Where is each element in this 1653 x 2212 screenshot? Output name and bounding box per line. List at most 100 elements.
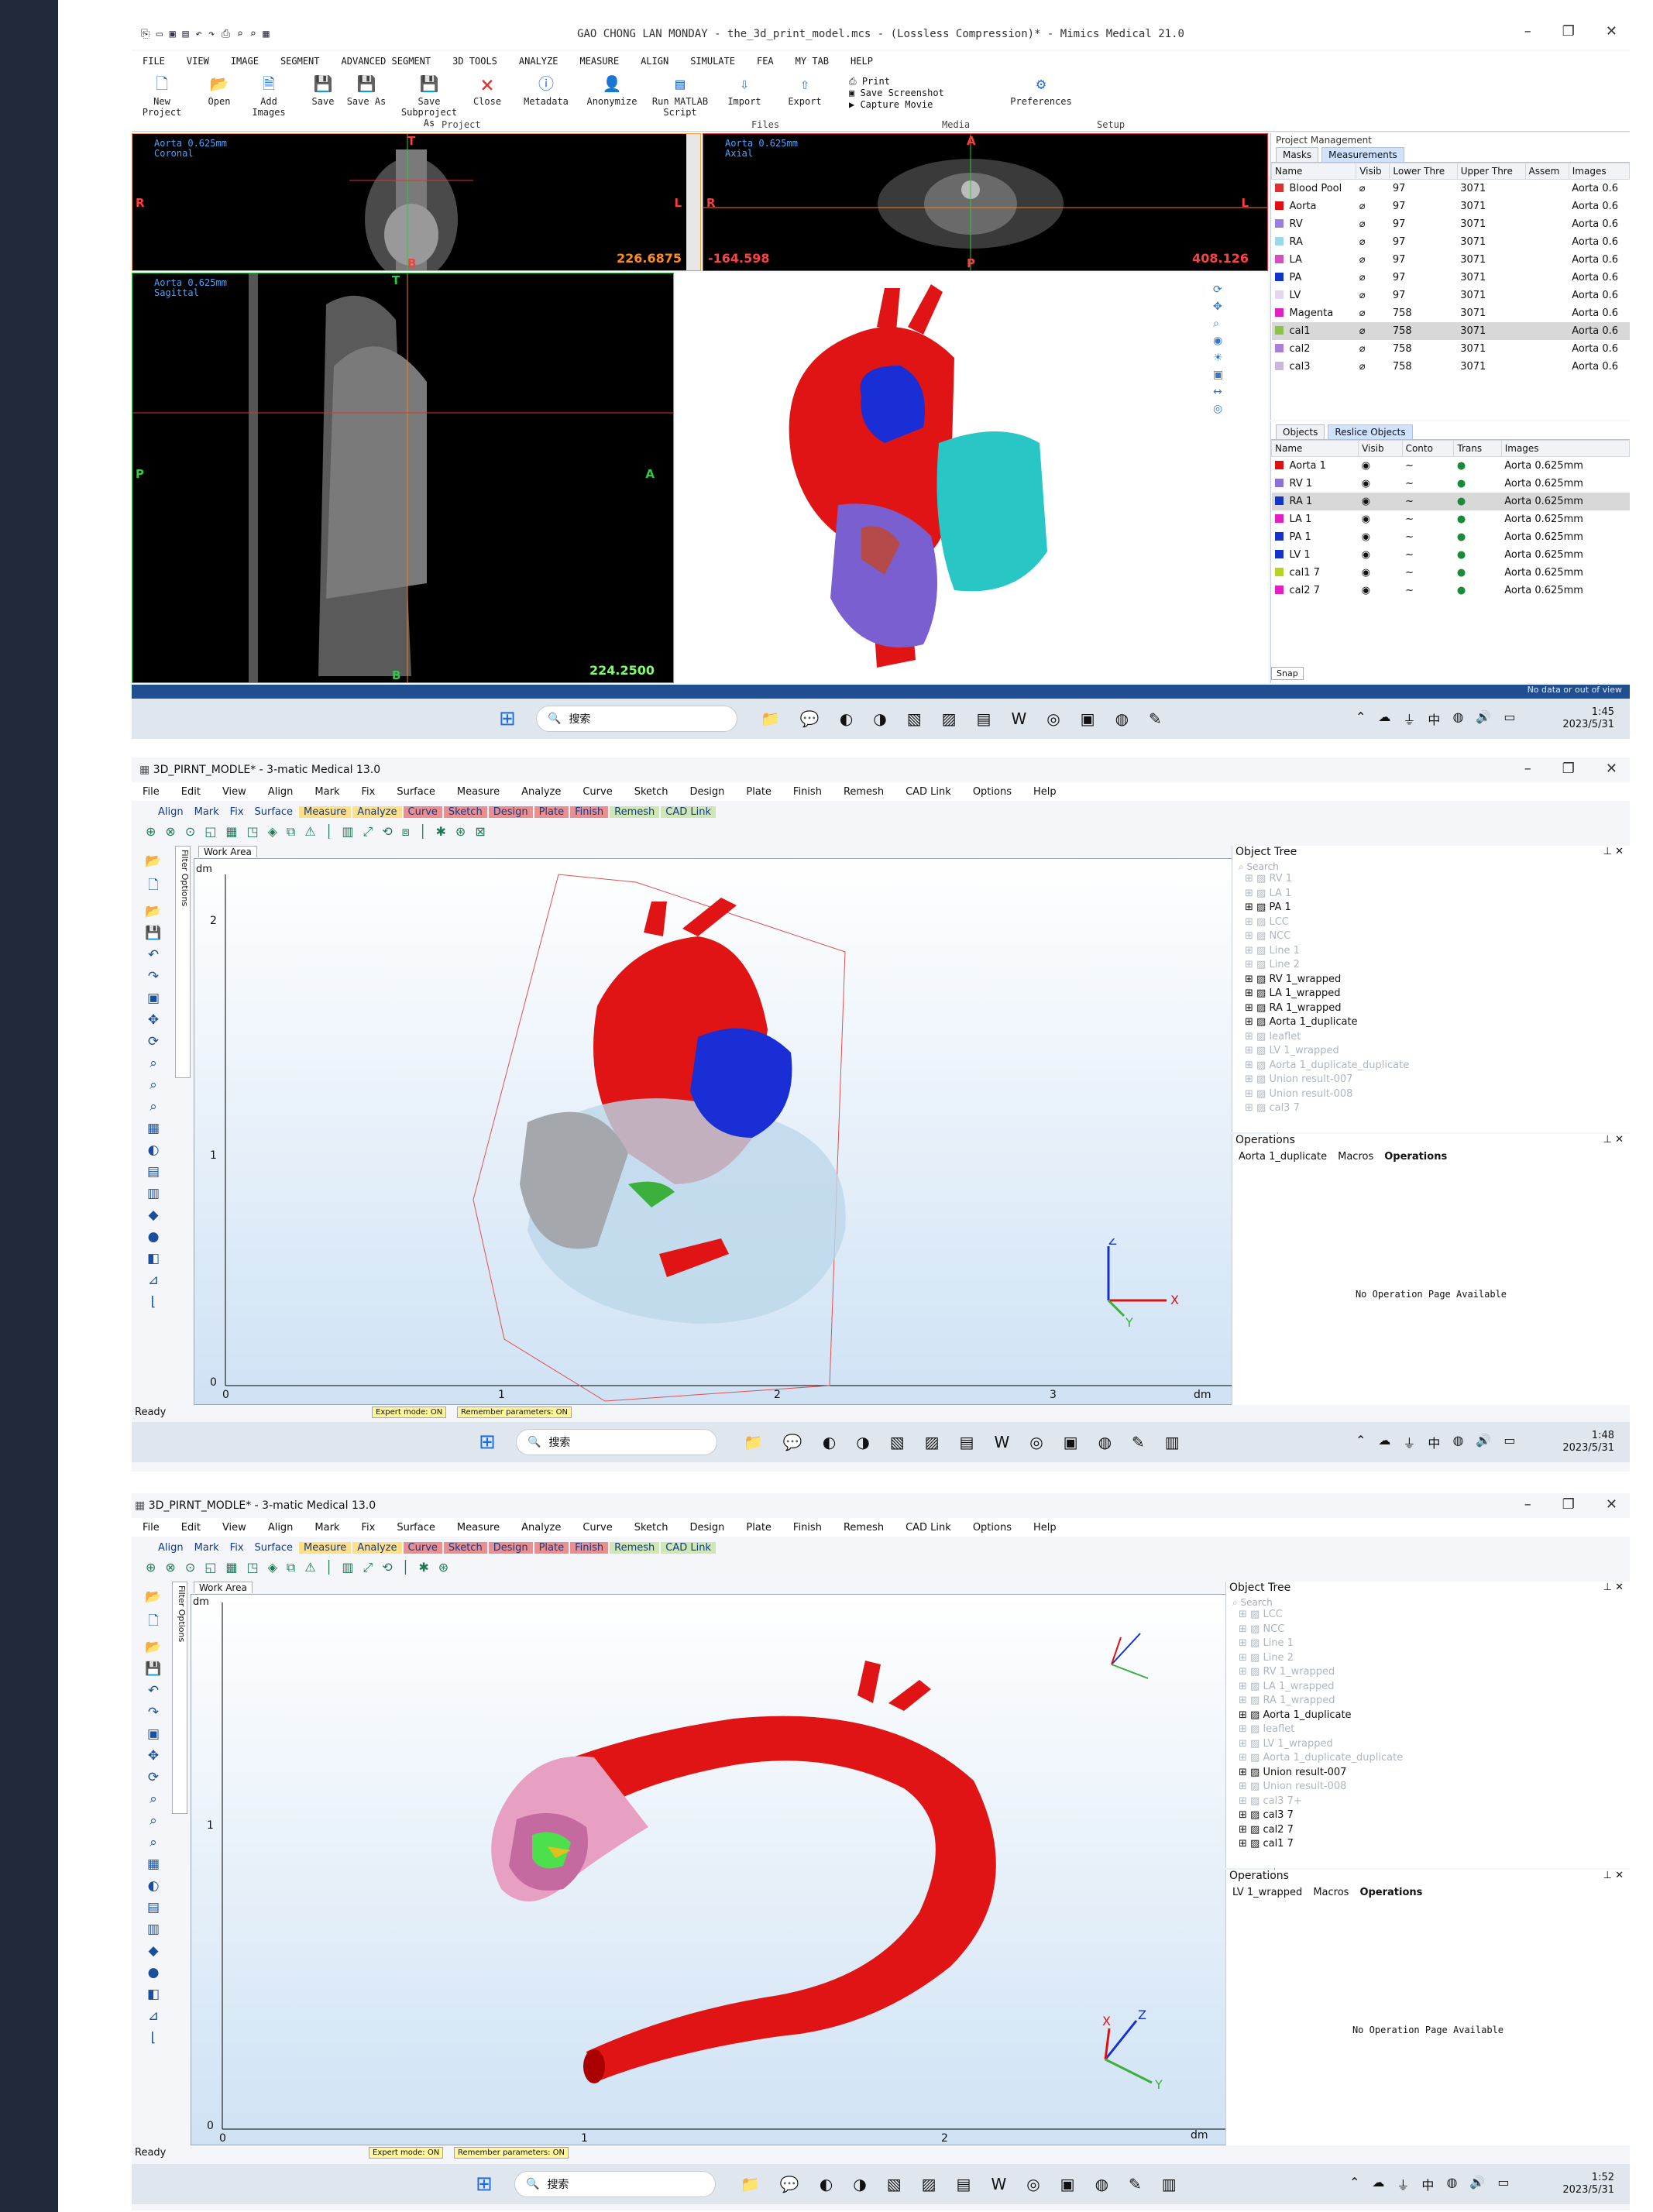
expand-icon[interactable]: ⊞ ▨ xyxy=(1245,988,1269,999)
tree-item-lv-1-wrapped[interactable]: ⊞ ▨ LV 1_wrapped xyxy=(1234,1737,1606,1752)
object-tree[interactable]: ⊞ ▨ RV 1 ⊞ ▨ LA 1 ⊞ ▨ PA 1 ⊞ ▨ LCC ⊞ ▨ NCC ⊞ … xyxy=(1240,872,1612,1116)
menu-file[interactable]: FILE xyxy=(143,56,165,67)
menu-measure[interactable]: MEASURE xyxy=(579,56,619,67)
battery-icon[interactable]: ▭ xyxy=(1504,709,1515,728)
tree-item-leaflet[interactable]: ⊞ ▨ leaflet xyxy=(1240,1030,1612,1045)
tree-item-union-result-007[interactable]: ⊞ ▨ Union result-007 xyxy=(1240,1073,1612,1087)
menu-analyze[interactable]: Analyze xyxy=(521,786,561,798)
taskbar-apps[interactable]: 📁 💬 ◐ ◑ ▧ ▨ ▤ W ◎ ▣ ◍ ✎ ▥ xyxy=(741,2175,1177,2193)
op-tab-operations[interactable]: Operations xyxy=(1384,1151,1447,1163)
usb-icon[interactable]: ⏚ xyxy=(1403,709,1415,728)
menu-mark[interactable]: Mark xyxy=(314,1522,339,1534)
menu-plate[interactable]: Plate xyxy=(746,1522,772,1534)
expand-icon[interactable]: ⊞ ▨ xyxy=(1239,1767,1263,1778)
module-tab-sketch[interactable]: Sketch xyxy=(443,805,487,818)
module-tab-cad-link[interactable]: CAD Link xyxy=(661,805,716,818)
menu-help[interactable]: Help xyxy=(1033,1522,1057,1534)
expand-icon[interactable]: ⊞ ▨ xyxy=(1239,1695,1263,1706)
contour-icon[interactable]: ~ xyxy=(1402,475,1454,493)
transparency-icon[interactable]: ● xyxy=(1454,546,1501,564)
measure-icon[interactable]: ↔ xyxy=(1213,386,1229,398)
col-assem[interactable]: Assem xyxy=(1524,163,1569,180)
module-tab-measure[interactable]: Measure xyxy=(299,805,352,818)
clock[interactable]: 1:52 2023/5/31 xyxy=(1562,2172,1614,2197)
restore-icon[interactable]: ❐ xyxy=(1562,1496,1575,1513)
windows-start-icon[interactable]: ⊞ xyxy=(499,707,516,730)
table-row[interactable]: cal2 ⌀ 758 3071 Aorta 0.6 xyxy=(1272,340,1630,358)
tree-item-la-1-wrapped[interactable]: ⊞ ▨ LA 1_wrapped xyxy=(1240,987,1612,1001)
menu-finish[interactable]: Finish xyxy=(793,786,822,798)
visibility-icon[interactable]: ⌀ xyxy=(1356,287,1390,304)
col-trans[interactable]: Trans xyxy=(1453,440,1502,457)
system-tray[interactable]: ⌃ ☁ ⏚ 中 ◍ 🔊 ▭ xyxy=(1356,709,1515,728)
menu-edit[interactable]: Edit xyxy=(181,1522,201,1534)
transparency-icon[interactable]: ● xyxy=(1454,564,1501,582)
expand-icon[interactable]: ⊞ ▨ xyxy=(1245,945,1269,957)
tree-search[interactable]: ⌕ Search xyxy=(1232,1597,1273,1609)
tree-item-line-2[interactable]: ⊞ ▨ Line 2 xyxy=(1240,958,1612,973)
menu-cad-link[interactable]: CAD Link xyxy=(906,786,951,798)
menu-segment[interactable]: SEGMENT xyxy=(280,56,320,67)
pin-close-icons[interactable]: ⊥ ✕ xyxy=(1603,1582,1624,1593)
menu-help[interactable]: Help xyxy=(1033,786,1057,798)
system-tray[interactable]: ⌃ ☁ ⏚ 中 ◍ 🔊 ▭ xyxy=(1349,2175,1509,2193)
menu-analyze[interactable]: ANALYZE xyxy=(519,56,558,67)
table-row[interactable]: Aorta ⌀ 97 3071 Aorta 0.6 xyxy=(1272,198,1630,215)
transparency-icon[interactable]: ● xyxy=(1454,457,1501,476)
menu-align[interactable]: Align xyxy=(268,1522,294,1534)
tree-item-ra-1-wrapped[interactable]: ⊞ ▨ RA 1_wrapped xyxy=(1234,1694,1606,1709)
capture-movie-button[interactable]: ▶ Capture Movie xyxy=(849,99,944,111)
tree-item-ra-1-wrapped[interactable]: ⊞ ▨ RA 1_wrapped xyxy=(1240,1001,1612,1016)
expand-icon[interactable]: ⊞ ▨ xyxy=(1239,1752,1263,1764)
table-row[interactable]: Aorta 1 ◉ ~ ● Aorta 0.625mm xyxy=(1272,457,1630,476)
expand-icon[interactable]: ⊞ ▨ xyxy=(1239,1609,1263,1620)
col-conto[interactable]: Conto xyxy=(1401,440,1455,457)
module-tab-remesh[interactable]: Remesh xyxy=(610,805,660,818)
table-row[interactable]: cal1 ⌀ 758 3071 Aorta 0.6 xyxy=(1271,322,1630,340)
menu-measure[interactable]: Measure xyxy=(457,786,500,798)
expand-icon[interactable]: ⊞ ▨ xyxy=(1239,1781,1263,1792)
contour-icon[interactable]: ~ xyxy=(1402,582,1454,599)
expand-icon[interactable]: ⊞ ▨ xyxy=(1245,1073,1269,1085)
eye-icon[interactable]: ◉ xyxy=(1359,510,1402,528)
menu-advanced-segment[interactable]: ADVANCED SEGMENT xyxy=(342,56,431,67)
sagittal-view[interactable]: Aorta 0.625mm Sagittal T B P A 224.2500 xyxy=(132,273,674,683)
close-icon[interactable]: ✕ xyxy=(1606,23,1617,40)
visibility-icon[interactable]: ⌀ xyxy=(1356,322,1390,340)
taskbar-apps[interactable]: 📁 💬 ◐ ◑ ▧ ▨ ▤ W ◎ ▣ ◍ ✎ ▥ xyxy=(744,1433,1180,1451)
tree-item-line-2[interactable]: ⊞ ▨ Line 2 xyxy=(1234,1651,1606,1666)
menu-sketch[interactable]: Sketch xyxy=(634,786,668,798)
expand-icon[interactable]: ⊞ ▨ xyxy=(1239,1795,1263,1807)
visibility-icon[interactable]: ⌀ xyxy=(1356,340,1390,358)
col-visib[interactable]: Visib xyxy=(1356,163,1390,180)
menu-view[interactable]: View xyxy=(222,786,246,798)
expand-icon[interactable]: ⊞ ▨ xyxy=(1245,1102,1269,1114)
visibility-icon[interactable]: ⌀ xyxy=(1356,358,1390,376)
visibility-icon[interactable]: ⌀ xyxy=(1356,251,1390,269)
tab-objects[interactable]: Objects xyxy=(1276,424,1325,439)
eye-icon[interactable]: ◉ xyxy=(1359,546,1402,564)
tree-item-ncc[interactable]: ⊞ ▨ NCC xyxy=(1234,1623,1606,1637)
minimize-icon[interactable]: – xyxy=(1524,1496,1531,1513)
contour-icon[interactable]: ~ xyxy=(1402,546,1454,564)
expand-icon[interactable]: ⊞ ▨ xyxy=(1239,1824,1263,1836)
system-tray[interactable]: ⌃ ☁ ⏚ 中 ◍ 🔊 ▭ xyxy=(1356,1433,1515,1451)
menu-align[interactable]: ALIGN xyxy=(641,56,668,67)
visibility-icon[interactable]: ⌀ xyxy=(1356,269,1390,287)
preferences-button[interactable]: ⚙ Preferences xyxy=(1002,74,1080,107)
eye-icon[interactable]: ◉ xyxy=(1359,528,1402,546)
transparency-icon[interactable]: ● xyxy=(1454,528,1501,546)
tool-icons[interactable]: ⊕ ⊗ ⊙ ◱ ▦ ◳ ◈ ⧉ ⚠ │ ▥ ⤢ ⟲ ⧈ │ ✱ ⊛ ⊠ xyxy=(146,824,486,840)
expand-icon[interactable]: ⊞ ▨ xyxy=(1245,1002,1269,1014)
table-row[interactable]: RA ⌀ 97 3071 Aorta 0.6 xyxy=(1272,233,1630,251)
transparency-icon[interactable]: ● xyxy=(1454,475,1501,493)
menu-analyze[interactable]: Analyze xyxy=(521,1522,561,1534)
menu-edit[interactable]: Edit xyxy=(181,786,201,798)
visibility-icon[interactable]: ⌀ xyxy=(1356,180,1390,198)
export-button[interactable]: ⇧ Export xyxy=(781,74,829,107)
mimics-icon[interactable]: ✎ xyxy=(1149,709,1162,728)
module-tab-mark[interactable]: Mark xyxy=(190,1542,224,1554)
module-tab-cad-link[interactable]: CAD Link xyxy=(661,1541,716,1554)
minimize-icon[interactable]: – xyxy=(1524,23,1531,40)
menu-view[interactable]: View xyxy=(222,1522,246,1534)
